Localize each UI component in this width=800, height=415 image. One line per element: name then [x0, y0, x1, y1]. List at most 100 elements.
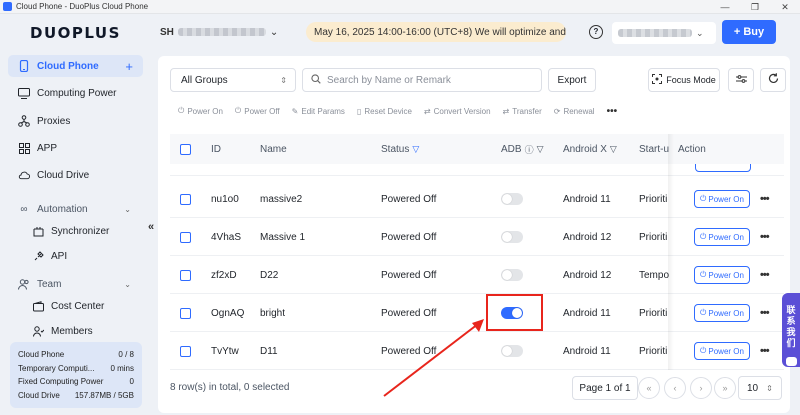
export-button[interactable]: Export — [548, 68, 596, 92]
refresh-button[interactable] — [760, 68, 786, 92]
sidebar-item-api[interactable]: API — [8, 245, 143, 267]
sidebar-group-team[interactable]: Team ⌄ — [8, 273, 143, 295]
page-size-select[interactable]: 10 ⇕ — [738, 376, 782, 400]
filter-icon[interactable]: ▽ — [610, 144, 617, 155]
refresh-icon — [768, 73, 779, 87]
chevron-down-icon: ⌄ — [696, 27, 704, 38]
cell-android: Android 11 — [563, 193, 611, 205]
chat-bubble-icon — [785, 357, 797, 366]
bulk-renewal[interactable]: ⟳ Renewal — [554, 107, 595, 116]
row-more-button[interactable]: ••• — [760, 231, 770, 243]
minimize-button[interactable]: — — [710, 0, 740, 14]
row-more-button[interactable]: ••• — [760, 193, 770, 205]
power-on-button[interactable]: ⏻ Power On — [694, 228, 750, 246]
checkbox[interactable] — [180, 143, 191, 155]
column-settings-button[interactable] — [728, 68, 754, 92]
column-android[interactable]: Android X ▽ — [563, 134, 617, 164]
row-checkbox[interactable] — [180, 269, 191, 281]
sidebar-item-cloud-phone[interactable]: Cloud Phone + — [8, 55, 143, 77]
window-title: Cloud Phone - DuoPlus Cloud Phone — [16, 2, 149, 11]
sidebar-item-cloud-drive[interactable]: Cloud Drive — [8, 164, 143, 186]
row-checkbox[interactable] — [180, 307, 191, 319]
contact-us-tab[interactable]: 联 系 我 们 — [782, 293, 800, 367]
usage-row: Cloud Phone 0 / 8 — [18, 350, 134, 360]
sidebar-item-app[interactable]: APP — [8, 137, 143, 159]
adb-toggle[interactable] — [501, 269, 523, 281]
last-page-button[interactable]: » — [714, 377, 736, 399]
table-header: ID Name Status ▽ ADB ⓘ ▽ Android X ▽ Start-u… — [170, 134, 784, 164]
title-bar: Cloud Phone - DuoPlus Cloud Phone — ❐ ✕ — [0, 0, 800, 14]
add-cloud-phone-icon[interactable]: + — [125, 59, 133, 74]
bulk-actions-bar: ⏻ Power On ⏻ Power Off ✎ Edit Params ▯ Reset… — [178, 104, 629, 118]
next-page-button[interactable]: › — [690, 377, 712, 399]
row-checkbox[interactable] — [180, 345, 191, 357]
sidebar-item-members[interactable]: Members — [8, 320, 143, 342]
cell-id: TvYtw — [211, 345, 239, 357]
table-row[interactable]: zf2xD D22 Powered Off Android 12 Tempo ⏻… — [170, 256, 784, 294]
maintenance-notice[interactable]: May 16, 2025 14:00-16:00 (UTC+8) We will… — [306, 22, 566, 42]
bulk-transfer[interactable]: ⇄ Transfer — [503, 107, 542, 116]
plus-icon: + — [733, 26, 741, 38]
cell-status: Powered Off — [381, 269, 437, 281]
more-actions-button[interactable]: ••• — [607, 106, 618, 117]
power-on-button[interactable]: ⏻ Power On — [694, 342, 750, 360]
first-page-button[interactable]: « — [638, 377, 660, 399]
column-status[interactable]: Status ▽ — [381, 134, 419, 164]
close-button[interactable]: ✕ — [770, 0, 800, 14]
power-on-button[interactable]: ⏻ Power On — [694, 266, 750, 284]
buy-button[interactable]: + Buy — [722, 20, 776, 44]
bulk-edit-params[interactable]: ✎ Edit Params — [292, 107, 345, 116]
bulk-power-off[interactable]: ⏻ Power Off — [235, 106, 280, 116]
row-checkbox[interactable] — [180, 193, 191, 205]
column-adb[interactable]: ADB ⓘ ▽ — [501, 134, 544, 164]
search-box[interactable] — [302, 68, 542, 92]
adb-toggle[interactable] — [501, 193, 523, 205]
row-checkbox[interactable] — [180, 231, 191, 243]
table-row[interactable]: nu1o0 massive2 Powered Off Android 11 Pr… — [170, 180, 784, 218]
bulk-power-on[interactable]: ⏻ Power On — [178, 106, 223, 116]
sidebar-group-automation[interactable]: ∞ Automation ⌄ — [8, 198, 143, 220]
prev-page-button[interactable]: ‹ — [664, 377, 686, 399]
row-more-button[interactable]: ••• — [760, 269, 770, 281]
search-input[interactable] — [327, 74, 527, 86]
collapse-sidebar-button[interactable]: « — [144, 220, 158, 234]
power-icon: ⏻ — [700, 232, 707, 241]
table-row[interactable]: 4VhaS Massive 1 Powered Off Android 12 P… — [170, 218, 784, 256]
row-more-button[interactable]: ••• — [760, 345, 770, 357]
bulk-convert-version[interactable]: ⇄ Convert Version — [424, 107, 491, 116]
filter-icon[interactable]: ▽ — [537, 144, 544, 155]
sidebar-item-synchronizer[interactable]: Synchronizer — [8, 220, 143, 242]
help-icon[interactable]: ? — [589, 25, 603, 39]
sidebar-item-computing-power[interactable]: Computing Power — [8, 82, 143, 104]
selection-summary: 8 row(s) in total, 0 selected — [170, 382, 290, 393]
sidebar-group-label: Automation — [37, 203, 88, 215]
sidebar-item-proxies[interactable]: Proxies — [8, 110, 143, 132]
cell-android: Android 11 — [563, 307, 611, 319]
power-icon: ⏻ — [700, 270, 707, 279]
user-menu[interactable]: ⌄ — [612, 22, 716, 44]
bulk-reset-device[interactable]: ▯ Reset Device — [357, 107, 412, 116]
maximize-button[interactable]: ❐ — [740, 0, 770, 14]
sidebar-item-cost-center[interactable]: Cost Center — [8, 295, 143, 317]
select-arrows-icon: ⇕ — [280, 75, 287, 85]
select-arrows-icon: ⇕ — [766, 383, 773, 393]
chevron-left-icon: ‹ — [673, 383, 677, 393]
power-on-button[interactable]: ⏻ Power On — [694, 190, 750, 208]
info-icon[interactable]: ⓘ — [525, 143, 534, 156]
row-more-button[interactable]: ••• — [760, 307, 770, 319]
select-all-checkbox[interactable] — [180, 134, 191, 164]
reset-icon: ▯ — [356, 106, 362, 116]
power-on-button[interactable]: ⏻ Power On — [694, 304, 750, 322]
monitor-icon — [18, 87, 30, 99]
group-select[interactable]: All Groups ⇕ — [170, 68, 296, 92]
focus-mode-button[interactable]: Focus Mode — [648, 68, 720, 92]
chevron-down-icon: ⌄ — [124, 279, 131, 289]
partial-power-on-button[interactable] — [695, 164, 751, 172]
page-size-value: 10 — [747, 382, 759, 394]
cell-name: D11 — [260, 345, 278, 357]
account-switcher[interactable]: SH ⌄ — [160, 20, 278, 44]
adb-toggle[interactable] — [501, 231, 523, 243]
redacted-account-name — [177, 28, 266, 36]
adb-toggle[interactable] — [501, 345, 523, 357]
filter-icon[interactable]: ▽ — [412, 144, 419, 155]
